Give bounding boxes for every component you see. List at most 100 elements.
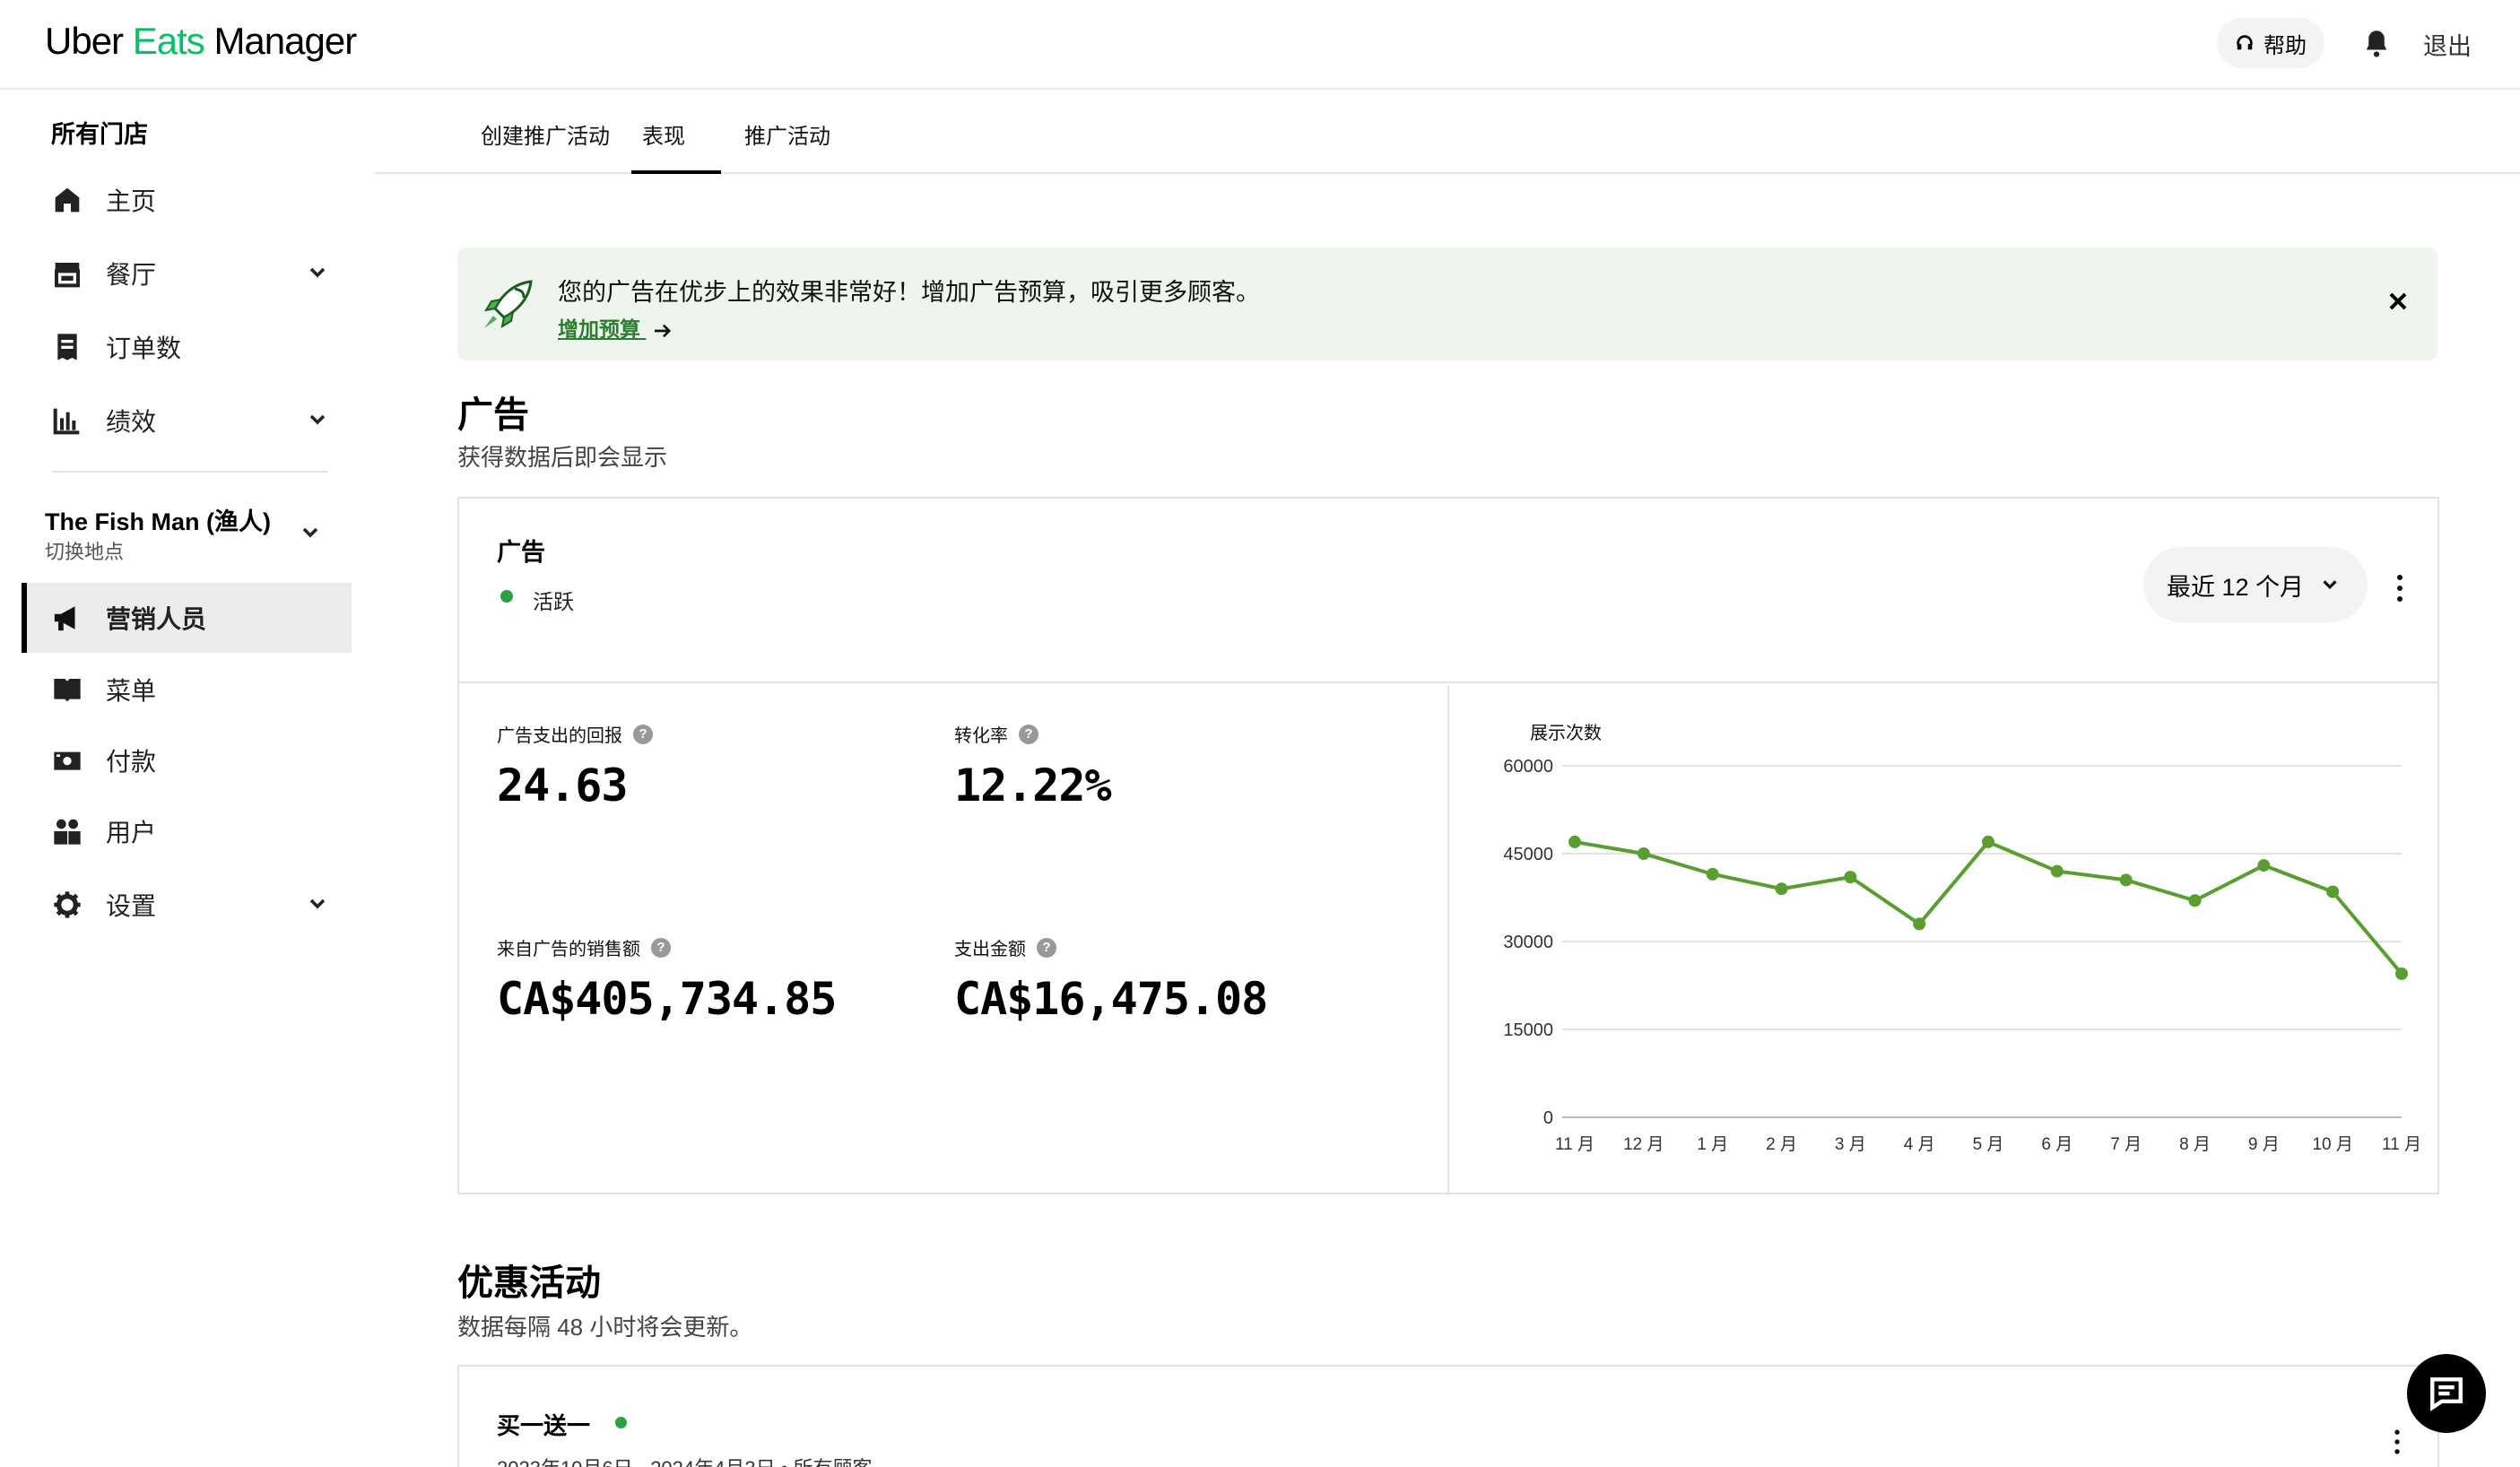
data-point[interactable] [2050,864,2064,878]
store-name[interactable]: The Fish Man (渔人) [45,502,271,537]
more-options-icon[interactable] [2393,1426,2402,1458]
logo-eats-text: Eats [132,20,205,62]
x-tick-label: 6 月 [2041,1135,2072,1154]
impressions-chart-svg: 展示次数 60000 45000 30000 15000 0 11 月 12 月 1 月 2 … [1503,723,2421,1154]
x-tick-label: 11 月 [2382,1135,2421,1154]
switch-location-link[interactable]: 切换地点 [45,536,124,565]
sidebar: 所有门店 主页 餐厅 订单数 绩效 The Fish Man (渔人) 切换地点… [0,91,377,1467]
sidebar-item-orders[interactable]: 订单数 [22,312,352,382]
impressions-chart: 展示次数 60000 45000 30000 15000 0 11 月 12 月 1 月 2 … [1451,685,2437,1193]
y-tick-label: 45000 [1503,845,1553,864]
uber-eats-manager-logo[interactable]: Uber Eats Manager [45,20,357,63]
chevron-down-icon [2323,580,2337,590]
help-icon[interactable]: ? [1037,937,1056,958]
tab-create-campaign[interactable]: 创建推广活动 [481,118,610,174]
data-point[interactable] [1706,867,1719,881]
more-options-icon[interactable] [2391,570,2409,606]
logout-link[interactable]: 退出 [2423,27,2472,62]
data-point[interactable] [1982,835,1994,848]
y-tick-label: 60000 [1503,757,1553,777]
sidebar-item-label: 付款 [106,748,157,776]
sidebar-item-payments[interactable]: 付款 [22,725,352,795]
metric-ad-sales: 来自广告的销售额? CA$405,734.85 [497,934,837,1025]
tab-performance[interactable]: 表现 [631,118,721,174]
rocket-icon [483,280,533,329]
metric-value: CA$405,734.85 [497,973,837,1025]
status-dot [500,590,513,603]
marketing-tabs: 创建推广活动 表现 推广活动 [375,91,2520,174]
home-icon [52,185,83,215]
y-tick-label: 0 [1543,1108,1553,1128]
data-point[interactable] [1844,871,1857,884]
chevron-down-icon [309,898,326,909]
y-tick-label: 30000 [1503,933,1553,952]
sidebar-item-settings[interactable]: 设置 [22,870,352,940]
payment-icon [52,745,83,776]
metric-value: 12.22% [954,760,1112,812]
sidebar-item-menu[interactable]: 菜单 [22,655,352,725]
help-icon[interactable]: ? [1019,724,1038,744]
store-icon [52,258,83,289]
help-button[interactable]: 帮助 [2217,18,2324,68]
x-tick-label: 12 月 [1623,1135,1664,1154]
promotion-meta: 2023年10月6日 - 2024年4月3日 • 所有顾客 [497,1453,873,1467]
promotion-title: 买一送一 [497,1412,591,1439]
sidebar-item-marketing[interactable]: 营销人员 [22,583,352,653]
chart-title: 展示次数 [1530,723,1602,743]
notifications-bell-icon[interactable] [2359,23,2394,63]
ad-card-title: 广告 [497,539,545,566]
metric-spend: 支出金额? CA$16,475.08 [954,934,1268,1025]
metric-label: 支出金额 [954,940,1026,959]
increase-budget-link[interactable]: 增加预算 [558,312,673,343]
data-point[interactable] [1637,847,1650,860]
x-tick-label: 5 月 [1973,1135,2004,1154]
metric-label: 来自广告的销售额 [497,940,640,959]
data-point[interactable] [1568,835,1581,848]
sidebar-item-users[interactable]: 用户 [22,796,352,866]
date-range-dropdown[interactable]: 最近 12 个月 [2143,547,2368,622]
sidebar-item-label: 主页 [106,187,157,215]
top-bar: Uber Eats Manager 帮助 退出 [0,0,2520,90]
ad-performance-card: 广告 活跃 最近 12 个月 广告支出的回报? 24.63 转化率? 12.22… [457,497,2439,1194]
sidebar-item-label: 菜单 [106,677,157,705]
help-icon[interactable]: ? [633,724,653,744]
ad-card-header: 广告 活跃 最近 12 个月 [459,499,2437,683]
sidebar-item-label: 设置 [106,892,157,920]
sidebar-title: 所有门店 [51,121,148,148]
chevron-down-icon[interactable] [300,522,321,543]
promotion-card: 买一送一 2023年10月6日 - 2024年4月3日 • 所有顾客 [457,1365,2439,1467]
x-tick-label: 2 月 [1766,1135,1797,1154]
sidebar-item-restaurant[interactable]: 餐厅 [22,239,352,308]
budget-banner: 您的广告在优步上的效果非常好！增加广告预算，吸引更多顾客。 增加预算 [457,247,2437,360]
data-point[interactable] [2119,873,2133,887]
book-icon [52,674,83,705]
x-tick-label: 10 月 [2312,1135,2352,1154]
sidebar-item-label: 订单数 [106,334,182,362]
metric-roas: 广告支出的回报? 24.63 [497,721,653,812]
sidebar-item-home[interactable]: 主页 [22,165,352,235]
data-point[interactable] [1775,882,1788,896]
x-tick-label: 11 月 [1555,1135,1595,1154]
data-point[interactable] [2395,967,2408,980]
tab-campaigns[interactable]: 推广活动 [744,118,830,174]
data-point[interactable] [2257,859,2271,872]
ads-section-title: 广告 [457,395,529,435]
metric-conversion-rate: 转化率? 12.22% [954,721,1112,812]
chat-button[interactable] [2407,1354,2486,1433]
bar-chart-icon [52,405,83,436]
data-point[interactable] [1913,917,1926,931]
logo-uber-text: Uber [45,20,124,62]
sidebar-divider [52,471,328,473]
promotions-section-subtitle: 数据每隔 48 小时将会更新。 [457,1314,753,1341]
chat-icon [2430,1377,2463,1411]
status-dot [615,1417,627,1428]
chevron-down-icon [309,267,326,278]
banner-message: 您的广告在优步上的效果非常好！增加广告预算，吸引更多顾客。 [558,279,1260,306]
data-point[interactable] [2326,885,2340,898]
help-icon[interactable]: ? [651,937,671,958]
x-tick-label: 9 月 [2248,1135,2280,1154]
x-tick-label: 3 月 [1835,1135,1866,1154]
close-banner-button[interactable] [2382,285,2414,317]
sidebar-item-performance[interactable]: 绩效 [22,386,352,456]
data-point[interactable] [2188,894,2202,907]
